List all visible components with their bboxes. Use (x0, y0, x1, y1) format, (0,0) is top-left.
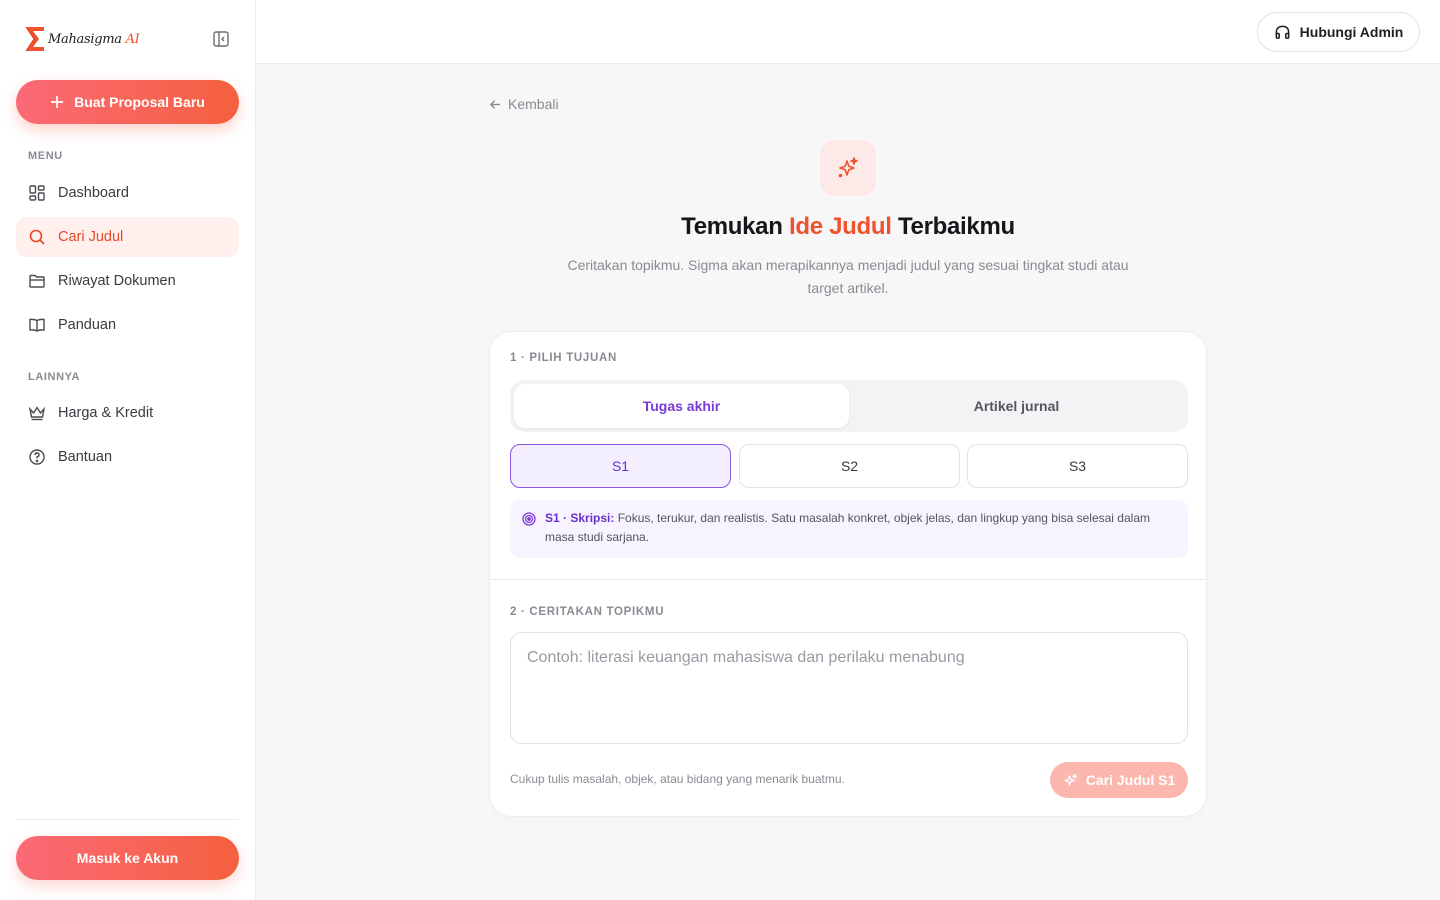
grid-icon (29, 185, 45, 201)
sidebar: Mahasigma AI Buat Proposal Baru MENU Das… (0, 0, 256, 900)
sidebar-item-label: Panduan (58, 317, 117, 333)
folder-icon (29, 274, 45, 288)
info-text: Fokus, terukur, dan realistis. Satu masa… (545, 511, 1150, 544)
sidebar-item-dashboard[interactable]: Dashboard (16, 173, 239, 213)
card-divider (490, 579, 1206, 580)
crown-icon (28, 406, 46, 421)
sidebar-item-label: Harga & Kredit (58, 405, 154, 421)
menu-section-label: MENU (28, 150, 63, 162)
sidebar-item-panduan[interactable]: Panduan (16, 305, 239, 345)
brand-wordmark: Mahasigma AI (48, 31, 140, 47)
plus-icon (51, 96, 64, 108)
help-circle-icon (29, 449, 45, 465)
search-icon (29, 229, 45, 245)
level-info-box: S1 · Skripsi: Fokus, terukur, dan realis… (510, 500, 1188, 558)
sigma-logo-icon (25, 26, 44, 52)
contact-admin-label: Hubungi Admin (1299, 24, 1404, 40)
search-title-label: Cari Judul S1 (1085, 772, 1176, 788)
sidebar-item-riwayat-dokumen[interactable]: Riwayat Dokumen (16, 261, 239, 301)
info-prefix: S1 · Skripsi: (545, 511, 615, 525)
brand-logo[interactable]: Mahasigma AI (24, 25, 140, 53)
sidebar-item-cari-judul[interactable]: Cari Judul (16, 217, 239, 257)
login-button[interactable]: Masuk ke Akun (16, 836, 239, 880)
contact-admin-button[interactable]: Hubungi Admin (1257, 12, 1420, 52)
arrow-left-icon (489, 99, 501, 109)
sidebar-item-harga-kredit[interactable]: Harga & Kredit (16, 393, 239, 433)
topic-hint: Cukup tulis masalah, objek, atau bidang … (510, 772, 845, 786)
other-section-label: LAINNYA (28, 371, 81, 383)
hero-badge (820, 140, 876, 196)
sidebar-item-label: Cari Judul (58, 229, 124, 245)
top-bar: Hubungi Admin (256, 0, 1440, 64)
purpose-segmented-control: Tugas akhir Artikel jurnal (510, 380, 1188, 432)
back-label: Kembali (508, 96, 559, 112)
page-title: Temukan Ide Judul Terbaikmu (681, 213, 1015, 240)
sparkles-icon (1064, 773, 1077, 786)
sidebar-divider (16, 819, 239, 820)
book-icon (29, 318, 45, 332)
tab-artikel-jurnal[interactable]: Artikel jurnal (849, 384, 1184, 428)
step1-label: 1 · PILIH TUJUAN (510, 352, 618, 364)
new-proposal-button[interactable]: Buat Proposal Baru (16, 80, 239, 124)
title-finder-card: 1 · PILIH TUJUAN Tugas akhir Artikel jur… (489, 331, 1207, 817)
tab-tugas-akhir[interactable]: Tugas akhir (514, 384, 849, 428)
level-s3-button[interactable]: S3 (967, 444, 1188, 488)
new-proposal-label: Buat Proposal Baru (74, 94, 205, 110)
page-subtitle: Ceritakan topikmu. Sigma akan merapikann… (567, 257, 1129, 296)
level-s2-button[interactable]: S2 (739, 444, 960, 488)
step2-label: 2 · CERITAKAN TOPIKMU (510, 606, 665, 618)
back-link[interactable]: Kembali (489, 96, 559, 112)
title-accent: Ide Judul (788, 213, 892, 240)
logo-row: Mahasigma AI (24, 22, 232, 56)
sidebar-item-label: Dashboard (58, 185, 129, 201)
sidebar-collapse-icon[interactable] (210, 28, 232, 50)
topic-input[interactable] (510, 632, 1188, 744)
sparkles-icon (838, 157, 858, 178)
sidebar-item-label: Riwayat Dokumen (58, 273, 176, 289)
level-s1-button[interactable]: S1 (510, 444, 731, 488)
sidebar-item-bantuan[interactable]: Bantuan (16, 437, 239, 477)
sidebar-item-label: Bantuan (58, 449, 113, 465)
search-title-button[interactable]: Cari Judul S1 (1050, 762, 1188, 798)
target-icon (522, 512, 536, 526)
headphones-icon (1275, 25, 1290, 39)
